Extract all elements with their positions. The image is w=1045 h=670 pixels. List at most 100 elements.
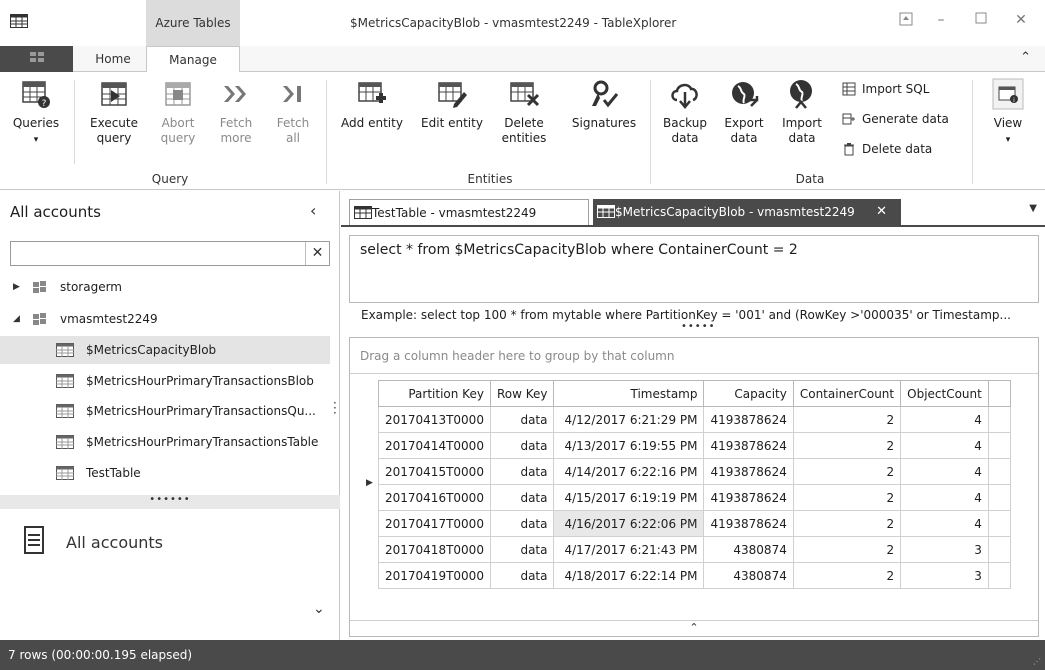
cell-object-count[interactable]: 3	[900, 562, 989, 589]
tab-overflow-dropdown-icon[interactable]: ▼	[1029, 203, 1037, 214]
column-header[interactable]: ObjectCount	[900, 380, 989, 407]
collapse-arrow-icon[interactable]: ◢	[13, 305, 20, 333]
cell-capacity[interactable]: 4193878624	[703, 484, 794, 511]
cell-container-count[interactable]: 2	[792, 562, 902, 589]
resize-grip-icon[interactable]: ⋰	[1033, 657, 1041, 666]
close-tab-icon[interactable]: ✕	[876, 199, 887, 225]
column-header[interactable]: Partition Key	[378, 380, 491, 407]
cell-container-count[interactable]: 2	[792, 432, 902, 459]
pin-icon[interactable]	[895, 12, 917, 32]
signatures-button[interactable]: Signatures	[566, 78, 642, 131]
cell-capacity[interactable]: 4193878624	[703, 510, 794, 537]
tree-node-table-metrics-capacity-blob[interactable]: $MetricsCapacityBlob	[0, 336, 330, 364]
fetch-more-button[interactable]: Fetch more	[210, 78, 262, 146]
tree-node-table-hour-table[interactable]: $MetricsHourPrimaryTransactionsTable	[0, 428, 330, 456]
tree-node-storagerm[interactable]: ▶ storagerm	[0, 273, 330, 301]
tree-scroll-handle[interactable]: · · ·	[333, 397, 337, 419]
query-splitter[interactable]: •••••	[681, 321, 716, 332]
cell-container-count[interactable]: 2	[792, 458, 902, 485]
chevron-down-icon[interactable]: ⌄	[313, 601, 325, 617]
cell-timestamp[interactable]: 4/12/2017 6:21:29 PM	[553, 406, 705, 433]
cell-timestamp-focused[interactable]: 4/16/2017 6:22:06 PM	[553, 510, 705, 537]
cell-object-count[interactable]: 3	[900, 536, 989, 563]
cell-object-count[interactable]: 4	[900, 484, 989, 511]
cell-timestamp[interactable]: 4/18/2017 6:22:14 PM	[553, 562, 705, 589]
tab-manage[interactable]: Manage	[146, 46, 240, 73]
cell-container-count[interactable]: 2	[792, 406, 902, 433]
cell-row-key[interactable]: data	[489, 536, 555, 563]
cell-row-key[interactable]: data	[489, 432, 555, 459]
view-button[interactable]: i View ▾	[980, 78, 1036, 148]
query-editor[interactable]: select * from $MetricsCapacityBlob where…	[349, 235, 1039, 303]
cell-timestamp[interactable]: 4/15/2017 6:19:19 PM	[553, 484, 705, 511]
column-header[interactable]: Row Key	[489, 380, 555, 407]
cell-partition-key[interactable]: 20170413T0000	[378, 406, 491, 433]
expand-arrow-icon[interactable]: ▶	[13, 273, 20, 301]
fetch-all-button[interactable]: Fetch all	[266, 78, 320, 146]
table-row[interactable]: 20170413T0000 data 4/12/2017 6:21:29 PM …	[378, 406, 1011, 433]
import-data-button[interactable]: Import data	[774, 78, 830, 146]
cell-object-count[interactable]: 4	[900, 406, 989, 433]
cell-object-count[interactable]: 4	[900, 458, 989, 485]
cell-row-key[interactable]: data	[489, 406, 555, 433]
tab-home[interactable]: Home	[88, 46, 138, 72]
cell-capacity[interactable]: 4193878624	[703, 406, 794, 433]
cell-timestamp[interactable]: 4/13/2017 6:19:55 PM	[553, 432, 705, 459]
file-menu-tab[interactable]	[0, 46, 73, 72]
abort-query-button[interactable]: Abort query	[150, 78, 206, 146]
cell-timestamp[interactable]: 4/17/2017 6:21:43 PM	[553, 536, 705, 563]
delete-data-button[interactable]: Delete data	[842, 142, 932, 156]
cell-object-count[interactable]: 4	[900, 432, 989, 459]
panel-splitter[interactable]: ••••••	[0, 495, 340, 509]
cell-container-count[interactable]: 2	[792, 536, 902, 563]
tree-node-table-hour-blob[interactable]: $MetricsHourPrimaryTransactionsBlob	[0, 367, 330, 395]
tree-node-table-hour-queue[interactable]: $MetricsHourPrimaryTransactionsQu...	[0, 397, 330, 425]
import-sql-button[interactable]: Import SQL	[842, 82, 929, 96]
account-search-input[interactable]: ✕	[10, 241, 330, 266]
tree-node-table-testtable[interactable]: TestTable	[0, 459, 330, 487]
cell-partition-key[interactable]: 20170417T0000	[378, 510, 491, 537]
cell-timestamp[interactable]: 4/14/2017 6:22:16 PM	[553, 458, 705, 485]
minimize-button[interactable]: –	[930, 12, 952, 32]
cell-partition-key[interactable]: 20170418T0000	[378, 536, 491, 563]
column-header[interactable]: Timestamp	[553, 380, 705, 407]
group-by-panel[interactable]: Drag a column header here to group by th…	[350, 338, 1038, 374]
cell-row-key[interactable]: data	[489, 510, 555, 537]
cell-object-count[interactable]: 4	[900, 510, 989, 537]
cell-row-key[interactable]: data	[489, 562, 555, 589]
tab-metrics-capacity-blob[interactable]: $MetricsCapacityBlob - vmasmtest2249 ✕	[593, 199, 901, 225]
backup-data-button[interactable]: Backup data	[658, 78, 712, 146]
clear-search-button[interactable]: ✕	[305, 242, 329, 265]
all-accounts-nav[interactable]: All accounts	[66, 533, 163, 552]
cell-capacity[interactable]: 4193878624	[703, 432, 794, 459]
cell-capacity[interactable]: 4193878624	[703, 458, 794, 485]
table-row[interactable]: 20170416T0000 data 4/15/2017 6:19:19 PM …	[378, 484, 1011, 511]
collapse-ribbon-icon[interactable]: ⌃	[1020, 50, 1031, 65]
queries-button[interactable]: ? Queries ▾	[6, 78, 66, 148]
cell-capacity[interactable]: 4380874	[703, 536, 794, 563]
table-row[interactable]: 20170414T0000 data 4/13/2017 6:19:55 PM …	[378, 432, 1011, 459]
cell-row-key[interactable]: data	[489, 458, 555, 485]
add-entity-button[interactable]: Add entity	[336, 78, 408, 131]
tab-testtable[interactable]: TestTable - vmasmtest2249	[349, 199, 589, 225]
table-row[interactable]: 20170415T0000 data 4/14/2017 6:22:16 PM …	[378, 458, 1011, 485]
export-data-button[interactable]: Export data	[716, 78, 772, 146]
grid-expand-chevron-icon[interactable]: ⌃	[350, 620, 1038, 636]
cell-capacity[interactable]: 4380874	[703, 562, 794, 589]
column-header[interactable]: Capacity	[703, 380, 794, 407]
cell-partition-key[interactable]: 20170414T0000	[378, 432, 491, 459]
table-row[interactable]: 20170418T0000 data 4/17/2017 6:21:43 PM …	[378, 536, 1011, 563]
cell-container-count[interactable]: 2	[792, 510, 902, 537]
edit-entity-button[interactable]: Edit entity	[414, 78, 490, 131]
table-row[interactable]: 20170419T0000 data 4/18/2017 6:22:14 PM …	[378, 562, 1011, 589]
table-row-current[interactable]: 20170417T0000 data 4/16/2017 6:22:06 PM …	[378, 510, 1011, 537]
cell-partition-key[interactable]: 20170415T0000	[378, 458, 491, 485]
cell-row-key[interactable]: data	[489, 484, 555, 511]
cell-partition-key[interactable]: 20170416T0000	[378, 484, 491, 511]
maximize-button[interactable]	[970, 12, 992, 32]
cell-partition-key[interactable]: 20170419T0000	[378, 562, 491, 589]
column-header[interactable]: ContainerCount	[792, 380, 902, 407]
generate-data-button[interactable]: Generate data	[842, 112, 949, 126]
execute-query-button[interactable]: Execute query	[82, 78, 146, 146]
delete-entities-button[interactable]: Delete entities	[494, 78, 554, 146]
